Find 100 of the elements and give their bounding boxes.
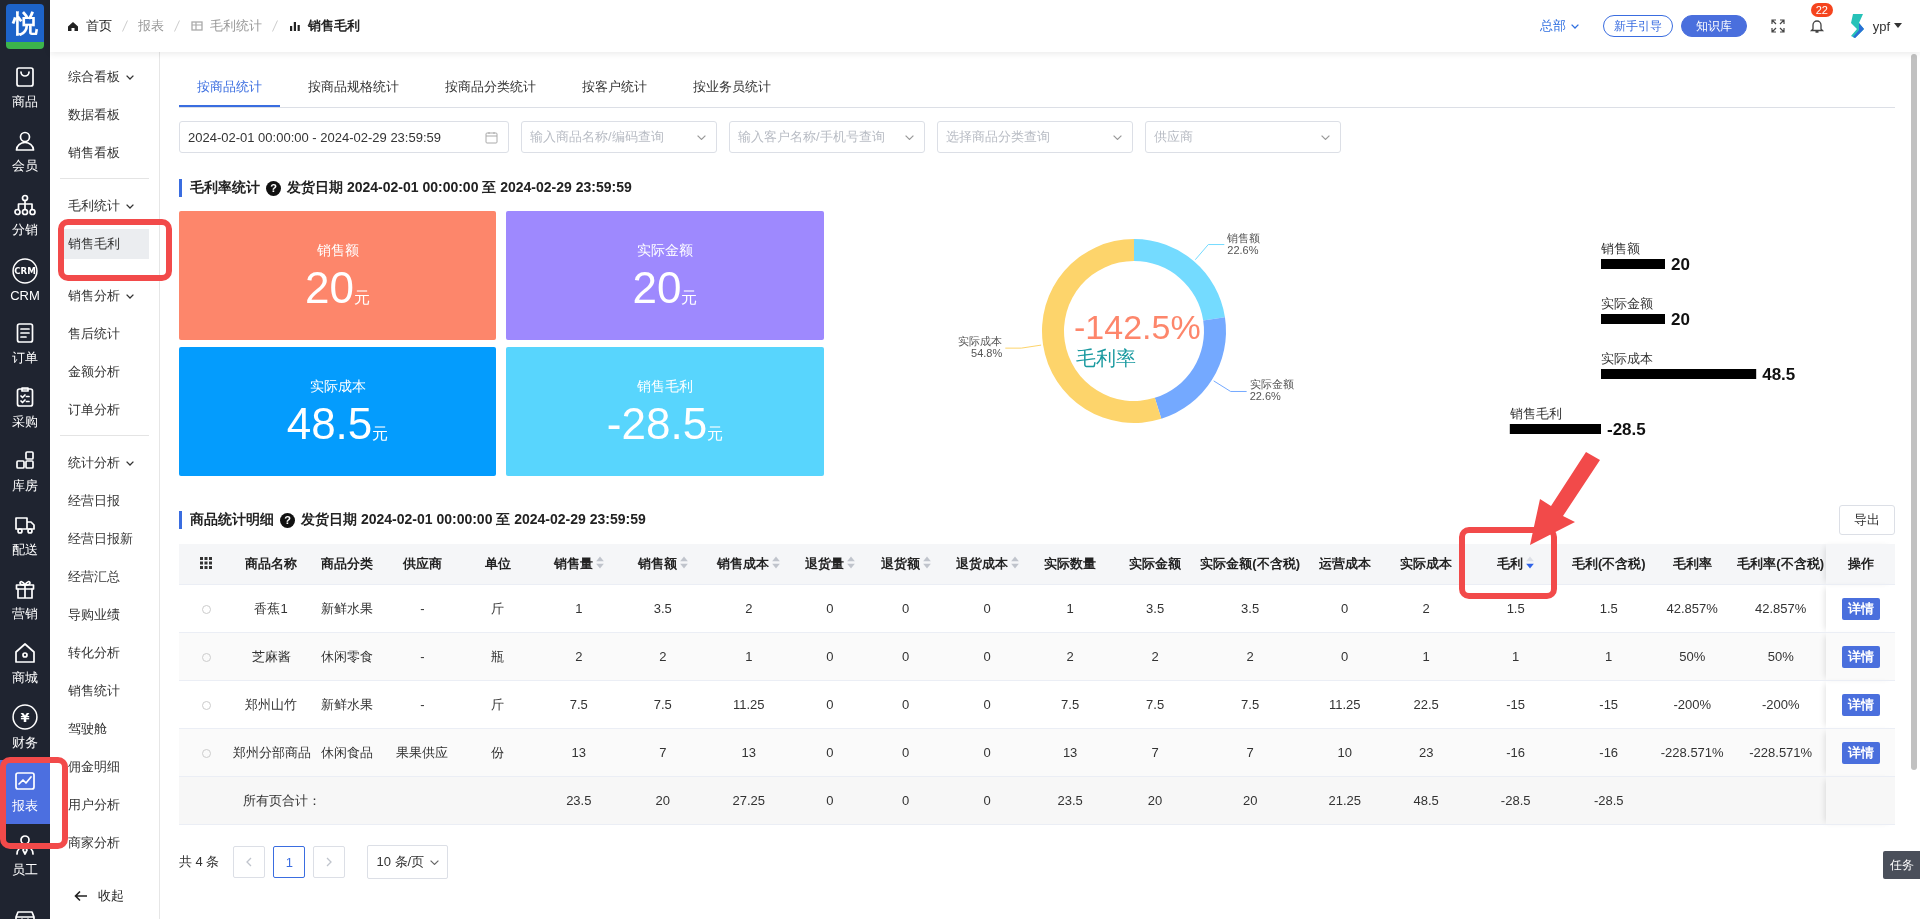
nav-item[interactable]: 商品: [0, 56, 50, 120]
guide-button[interactable]: 新手引导: [1602, 15, 1673, 37]
menu-item[interactable]: 经营日报新: [58, 524, 149, 554]
leader-line: [1194, 244, 1225, 261]
tab[interactable]: 按商品统计: [179, 69, 280, 107]
chevron-down-icon: [126, 74, 134, 80]
table-cell: 1: [745, 649, 753, 664]
grid-icon[interactable]: [200, 556, 213, 569]
table-cell: 郑州山竹: [245, 696, 298, 712]
menu-item[interactable]: 销售统计: [58, 676, 149, 706]
nav-item[interactable]: ¥ 财务: [0, 696, 50, 760]
bell-icon[interactable]: [1808, 18, 1825, 34]
nav-item[interactable]: 员工: [0, 824, 50, 888]
table-cell: -228.571%: [1660, 745, 1724, 760]
nav-item[interactable]: 商城: [0, 632, 50, 696]
table-cell: -28.5: [1593, 793, 1624, 808]
section-title: 毛利率统计: [190, 179, 260, 197]
table-cell: 7: [1151, 745, 1159, 760]
table-cell: 0: [826, 601, 834, 616]
table-cell: 1: [1605, 649, 1613, 664]
menu-item[interactable]: 经营日报: [58, 486, 149, 516]
column-header[interactable]: 毛利: [1497, 556, 1524, 571]
tab[interactable]: 按客户统计: [564, 69, 665, 107]
bar-chart-icon: [288, 19, 302, 33]
menu-item[interactable]: 销售看板: [58, 138, 149, 168]
menu-group-header[interactable]: 综合看板: [50, 58, 159, 96]
nav-item[interactable]: 营销: [0, 568, 50, 632]
menu-item[interactable]: 金额分析: [58, 357, 149, 387]
tab[interactable]: 按业务员统计: [675, 69, 789, 107]
bar: [1601, 314, 1665, 324]
table-cell: 0: [902, 745, 910, 760]
collapse-button[interactable]: 收起: [50, 881, 159, 911]
nav-item[interactable]: 会员: [0, 120, 50, 184]
menu-item[interactable]: 商家分析: [58, 828, 149, 858]
center-value: -142.5%: [1074, 308, 1201, 346]
menu-group-header[interactable]: 统计分析: [50, 444, 159, 482]
house-icon: [13, 641, 37, 665]
scrollbar[interactable]: [1911, 54, 1917, 770]
details-button[interactable]: 详情: [1841, 597, 1880, 620]
column-header[interactable]: 退货量: [804, 556, 844, 571]
total-label: 所有页合计：: [243, 792, 322, 808]
column-header[interactable]: 销售额: [637, 556, 677, 571]
chevron-left-icon: [245, 857, 254, 867]
bag-icon: [13, 65, 37, 89]
menu-item[interactable]: 驾驶舱: [58, 714, 149, 744]
next-page-button[interactable]: [313, 846, 346, 878]
table-cell: 香蕉1: [254, 600, 288, 616]
column-header[interactable]: 退货额: [880, 556, 920, 571]
sort-icon[interactable]: [1526, 556, 1535, 569]
nav-item[interactable]: 分销: [0, 184, 50, 248]
arrow-left-icon: [74, 890, 88, 902]
table-cell: 2: [1246, 649, 1254, 664]
nav-item[interactable]: 配送: [0, 504, 50, 568]
table-cell: -228.571%: [1749, 745, 1813, 760]
table-cell: 20: [1147, 793, 1163, 808]
details-button[interactable]: 详情: [1841, 645, 1880, 668]
fullscreen-icon[interactable]: [1770, 19, 1785, 33]
tab[interactable]: 按商品规格统计: [290, 69, 417, 107]
menu-item[interactable]: 经营汇总: [58, 562, 149, 592]
slice-label: 实际成本 54.8%: [958, 335, 1003, 360]
date-range-field[interactable]: 2024-02-01 00:00:00 - 2024-02-29 23:59:59: [179, 121, 509, 153]
column-header[interactable]: 销售量: [553, 556, 593, 571]
tab[interactable]: 按商品分类统计: [427, 69, 554, 107]
menu-item[interactable]: 佣金明细: [58, 752, 149, 782]
user-menu[interactable]: ypf: [1872, 18, 1902, 34]
chevron-right-icon: [325, 857, 334, 867]
menu-group-header[interactable]: 销售分析: [50, 277, 159, 315]
nav-item[interactable]: 采购: [0, 376, 50, 440]
nav-item[interactable]: 订单: [0, 312, 50, 376]
page-button[interactable]: 1: [273, 846, 306, 878]
help-icon[interactable]: ?: [266, 180, 281, 196]
details-button[interactable]: 详情: [1841, 693, 1880, 716]
table-cell: 新鲜水果: [321, 696, 374, 712]
table-cell: 0: [826, 745, 834, 760]
menu-item[interactable]: 数据看板: [58, 100, 149, 130]
breadcrumb-link[interactable]: 销售毛利: [308, 17, 360, 35]
org-link[interactable]: 总部: [1539, 17, 1579, 35]
column-header: 实际成本: [1400, 556, 1453, 571]
leader-line: [1213, 380, 1248, 392]
task-tab[interactable]: 任务: [1883, 851, 1920, 879]
menu-item[interactable]: 用户分析: [58, 790, 149, 820]
table-cell: 1: [1512, 649, 1520, 664]
help-icon[interactable]: ?: [280, 512, 295, 528]
chevron-down-icon: [1570, 23, 1579, 29]
menu-item[interactable]: 转化分析: [58, 638, 149, 668]
table-cell: 23.5: [1057, 793, 1083, 808]
menu-item[interactable]: 导购业绩: [58, 600, 149, 630]
menu-item[interactable]: 订单分析: [58, 395, 149, 425]
knowledge-button[interactable]: 知识库: [1680, 15, 1747, 37]
table-cell: 1: [1066, 601, 1074, 616]
menu-group-header[interactable]: 毛利统计: [50, 187, 159, 225]
previous-page-button[interactable]: [233, 846, 266, 878]
export-button[interactable]: 导出: [1839, 505, 1895, 535]
nav-item[interactable]: 库房: [0, 440, 50, 504]
breadcrumb-link[interactable]: 首页: [86, 17, 112, 35]
page-size-select[interactable]: 10 条/页: [367, 845, 449, 879]
details-button[interactable]: 详情: [1841, 741, 1880, 764]
nav-item[interactable]: CRM CRM: [0, 248, 50, 312]
menu-item[interactable]: 售后统计: [58, 319, 149, 349]
table-cell: 果果供应: [396, 744, 449, 760]
